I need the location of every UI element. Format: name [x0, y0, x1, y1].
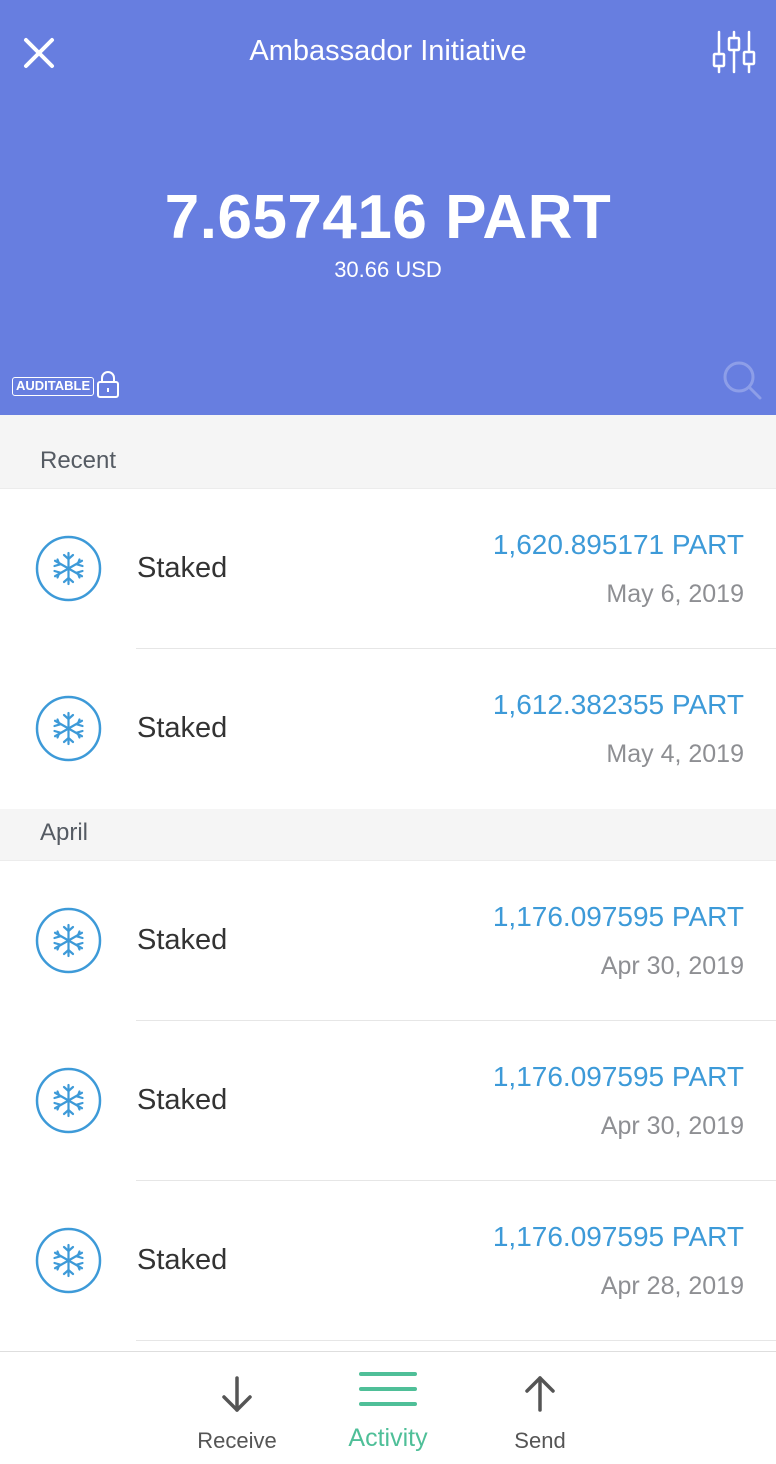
tab-receive-label: Receive: [197, 1428, 277, 1453]
snowflake-icon: [35, 695, 102, 762]
tab-receive[interactable]: Receive: [157, 1352, 317, 1464]
arrow-up-icon: [525, 1376, 555, 1412]
transaction-row[interactable]: Staked 1,176.097595 PART Apr 28, 2019: [0, 1181, 776, 1341]
transaction-amount: 1,176.097595 PART: [492, 1061, 744, 1092]
transaction-amount: 1,620.895171 PART: [492, 529, 744, 560]
snowflake-icon: [35, 907, 102, 974]
snowflake-icon: [35, 1227, 102, 1294]
transaction-date: May 4, 2019: [606, 740, 744, 768]
row-divider: [136, 1340, 776, 1341]
activity-lines-icon: [359, 1372, 417, 1406]
section-header-april: April: [0, 809, 776, 861]
transaction-type: Staked: [137, 1084, 228, 1116]
transaction-type: Staked: [137, 712, 228, 744]
transaction-date: Apr 30, 2019: [600, 1112, 744, 1140]
transaction-amount: 1,176.097595 PART: [492, 901, 744, 932]
sliders-icon: [712, 30, 756, 74]
transaction-date: May 6, 2019: [606, 580, 744, 608]
balance-amount: 7.657416 PART: [164, 183, 612, 252]
section-header-recent: Recent: [0, 415, 776, 489]
transaction-list[interactable]: Recent Staked 1,620.895171 PART May 6, 2…: [0, 415, 776, 1351]
page-title: Ambassador Initiative: [249, 35, 527, 67]
search-button[interactable]: [720, 358, 764, 402]
transaction-row[interactable]: Staked 1,620.895171 PART May 6, 2019: [0, 489, 776, 649]
filter-button[interactable]: [708, 28, 760, 76]
transaction-type: Staked: [137, 924, 228, 956]
tab-activity[interactable]: Activity: [308, 1352, 468, 1464]
snowflake-icon: [35, 1067, 102, 1134]
transaction-type: Staked: [137, 1244, 228, 1276]
search-icon: [723, 361, 762, 400]
transaction-row[interactable]: Staked 1,176.097595 PART Apr 30, 2019: [0, 861, 776, 1021]
tab-send[interactable]: Send: [460, 1352, 620, 1464]
transaction-amount: 1,612.382355 PART: [492, 689, 744, 720]
lock-icon: [97, 371, 119, 398]
tab-send-label: Send: [514, 1428, 566, 1453]
tab-activity-label: Activity: [348, 1424, 428, 1452]
transaction-amount: 1,176.097595 PART: [492, 1221, 744, 1252]
snowflake-icon: [35, 535, 102, 602]
auditable-badge: AUDITABLE: [12, 377, 95, 396]
transaction-type: Staked: [137, 552, 228, 584]
arrow-down-icon: [222, 1376, 252, 1412]
bottom-tab-bar: Receive Activity Send: [0, 1351, 776, 1464]
transaction-date: Apr 30, 2019: [600, 952, 744, 980]
wallet-header: Ambassador Initiative 7.657416 PART 30.6…: [0, 0, 776, 415]
transaction-date: Apr 28, 2019: [600, 1272, 744, 1300]
fiat-balance: 30.66 USD: [334, 257, 442, 282]
transaction-row[interactable]: Staked 1,612.382355 PART May 4, 2019: [0, 649, 776, 809]
transaction-row[interactable]: Staked 1,176.097595 PART Apr 30, 2019: [0, 1021, 776, 1181]
